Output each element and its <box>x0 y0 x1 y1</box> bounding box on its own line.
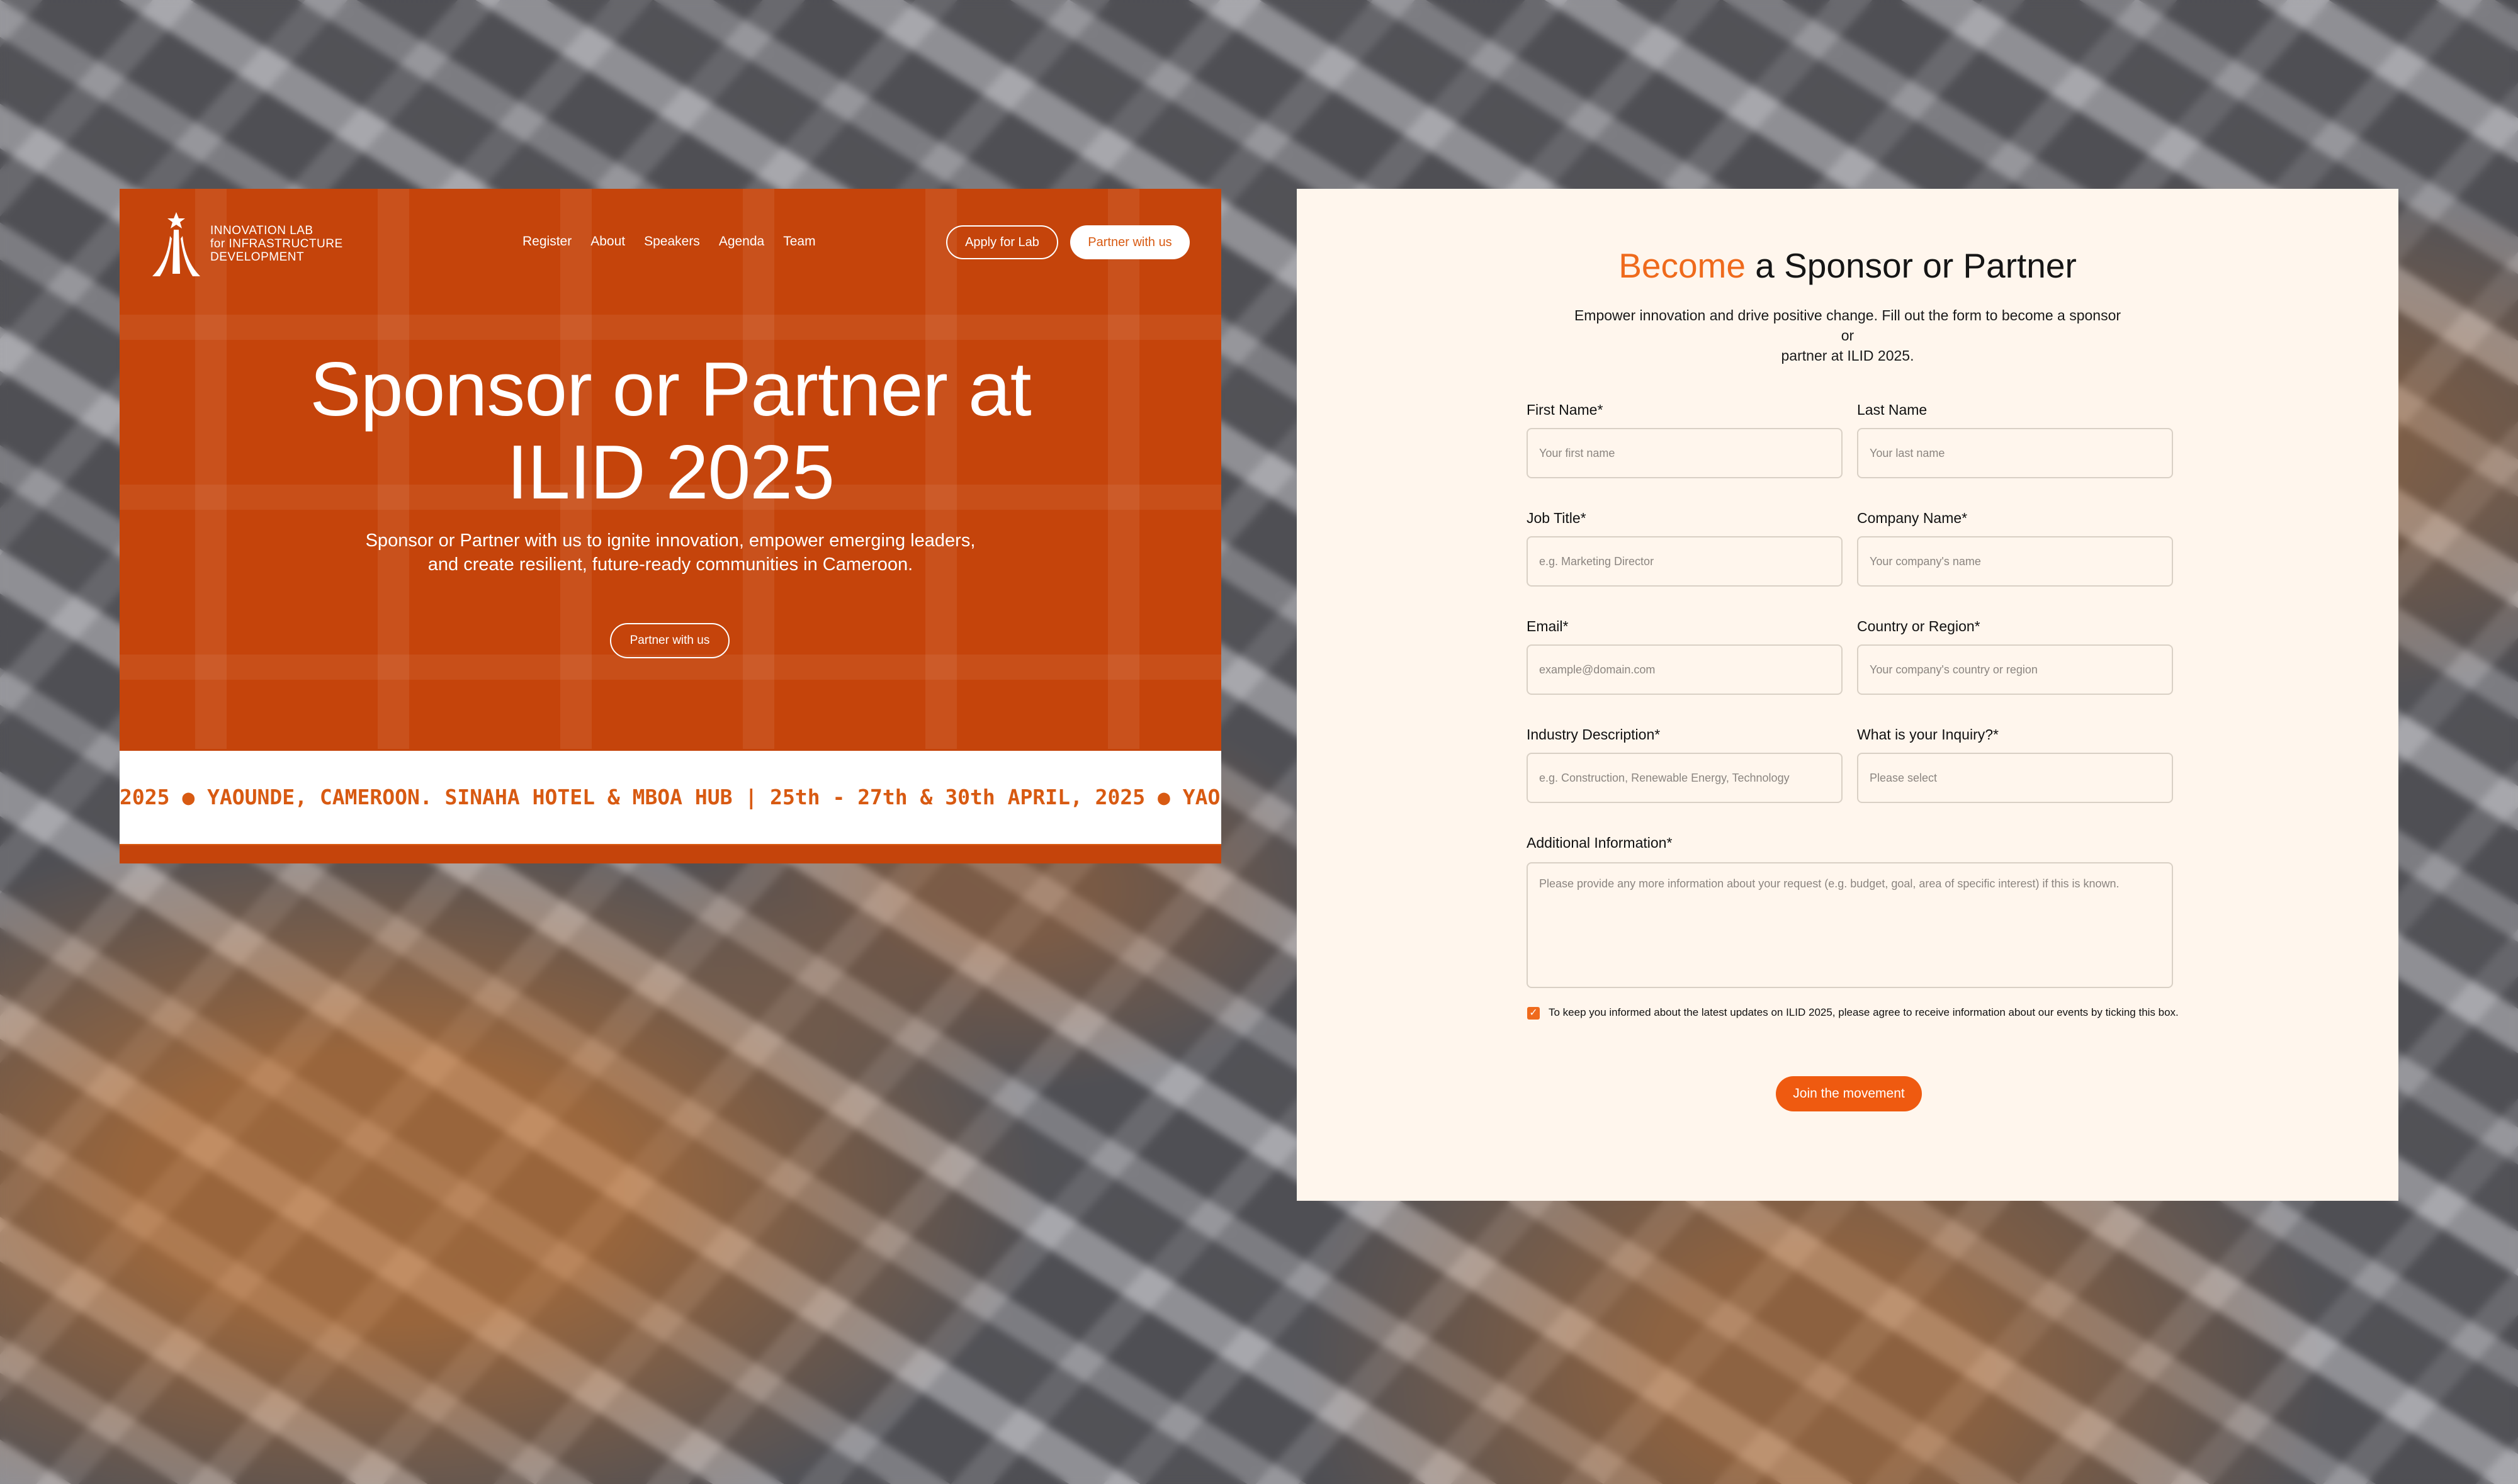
event-ticker: 2025 ● YAOUNDE, CAMEROON. SINAHA HOTEL &… <box>120 751 1221 845</box>
inquiry-select[interactable]: Please select <box>1857 753 2173 803</box>
country-field[interactable]: Your company's country or region <box>1857 644 2173 695</box>
join-the-movement-button[interactable]: Join the movement <box>1776 1076 1922 1111</box>
consent-label: To keep you informed about the latest up… <box>1549 1006 2179 1018</box>
nav-agenda[interactable]: Agenda <box>719 234 764 249</box>
nav-links: Register About Speakers Agenda Team <box>522 234 816 249</box>
hero-panel: INNOVATION LAB for INFRASTRUCTURE DEVELO… <box>120 189 1221 863</box>
hero-subtitle-line-2: and create resilient, future-ready commu… <box>427 554 913 575</box>
logo-icon <box>152 212 200 276</box>
inquiry-label: What is your Inquiry?* <box>1857 726 1999 743</box>
job-title-label: Job Title* <box>1527 510 1586 526</box>
email-field[interactable]: example@domain.com <box>1527 644 1843 695</box>
partner-with-us-header-button[interactable]: Partner with us <box>1070 225 1190 259</box>
apply-for-lab-button[interactable]: Apply for Lab <box>946 225 1058 259</box>
top-nav: INNOVATION LAB for INFRASTRUCTURE DEVELO… <box>120 189 1221 302</box>
country-label: Country or Region* <box>1857 618 1980 634</box>
email-label: Email* <box>1527 618 1569 634</box>
logo-text: INNOVATION LAB for INFRASTRUCTURE DEVELO… <box>210 224 343 264</box>
hero-subtitle: Sponsor or Partner with us to ignite inn… <box>356 529 985 576</box>
company-name-label: Company Name* <box>1857 510 1968 526</box>
hero-title-line-2: ILID 2025 <box>506 429 835 515</box>
industry-label: Industry Description* <box>1527 726 1661 743</box>
additional-info-textarea[interactable]: Please provide any more information abou… <box>1527 862 2173 988</box>
last-name-label: Last Name <box>1857 402 1928 418</box>
form-intro: Empower innovation and drive positive ch… <box>1567 305 2128 366</box>
logo-line-3: DEVELOPMENT <box>210 250 305 264</box>
nav-team[interactable]: Team <box>783 234 815 249</box>
form-intro-line-1: Empower innovation and drive positive ch… <box>1574 307 2121 344</box>
hero-title-line-1: Sponsor or Partner at <box>310 346 1031 432</box>
first-name-field[interactable]: Your first name <box>1527 428 1843 478</box>
hero-subtitle-line-1: Sponsor or Partner with us to ignite inn… <box>365 531 976 551</box>
hero-title: Sponsor or Partner at ILID 2025 <box>120 347 1221 514</box>
job-title-field[interactable]: e.g. Marketing Director <box>1527 536 1843 587</box>
partner-with-us-cta-button[interactable]: Partner with us <box>610 623 730 658</box>
form-title: Become a Sponsor or Partner <box>1297 245 2398 286</box>
logo-line-2: for INFRASTRUCTURE <box>210 237 343 250</box>
form-title-accent: Become <box>1618 246 1746 285</box>
sponsor-form-panel: Become a Sponsor or Partner Empower inno… <box>1297 189 2398 1201</box>
nav-register[interactable]: Register <box>522 234 572 249</box>
first-name-label: First Name* <box>1527 402 1603 418</box>
form-title-rest: a Sponsor or Partner <box>1745 246 2077 285</box>
company-name-field[interactable]: Your company's name <box>1857 536 2173 587</box>
consent-checkbox[interactable]: ✓ <box>1527 1007 1540 1020</box>
logo[interactable]: INNOVATION LAB for INFRASTRUCTURE DEVELO… <box>151 211 343 277</box>
nav-about[interactable]: About <box>590 234 625 249</box>
logo-line-1: INNOVATION LAB <box>210 224 313 237</box>
additional-info-label: Additional Information* <box>1527 835 1673 851</box>
ticker-text: 2025 ● YAOUNDE, CAMEROON. SINAHA HOTEL &… <box>120 785 1221 809</box>
form-intro-line-2: partner at ILID 2025. <box>1781 347 1914 364</box>
industry-field[interactable]: e.g. Construction, Renewable Energy, Tec… <box>1527 753 1843 803</box>
nav-speakers[interactable]: Speakers <box>644 234 700 249</box>
last-name-field[interactable]: Your last name <box>1857 428 2173 478</box>
